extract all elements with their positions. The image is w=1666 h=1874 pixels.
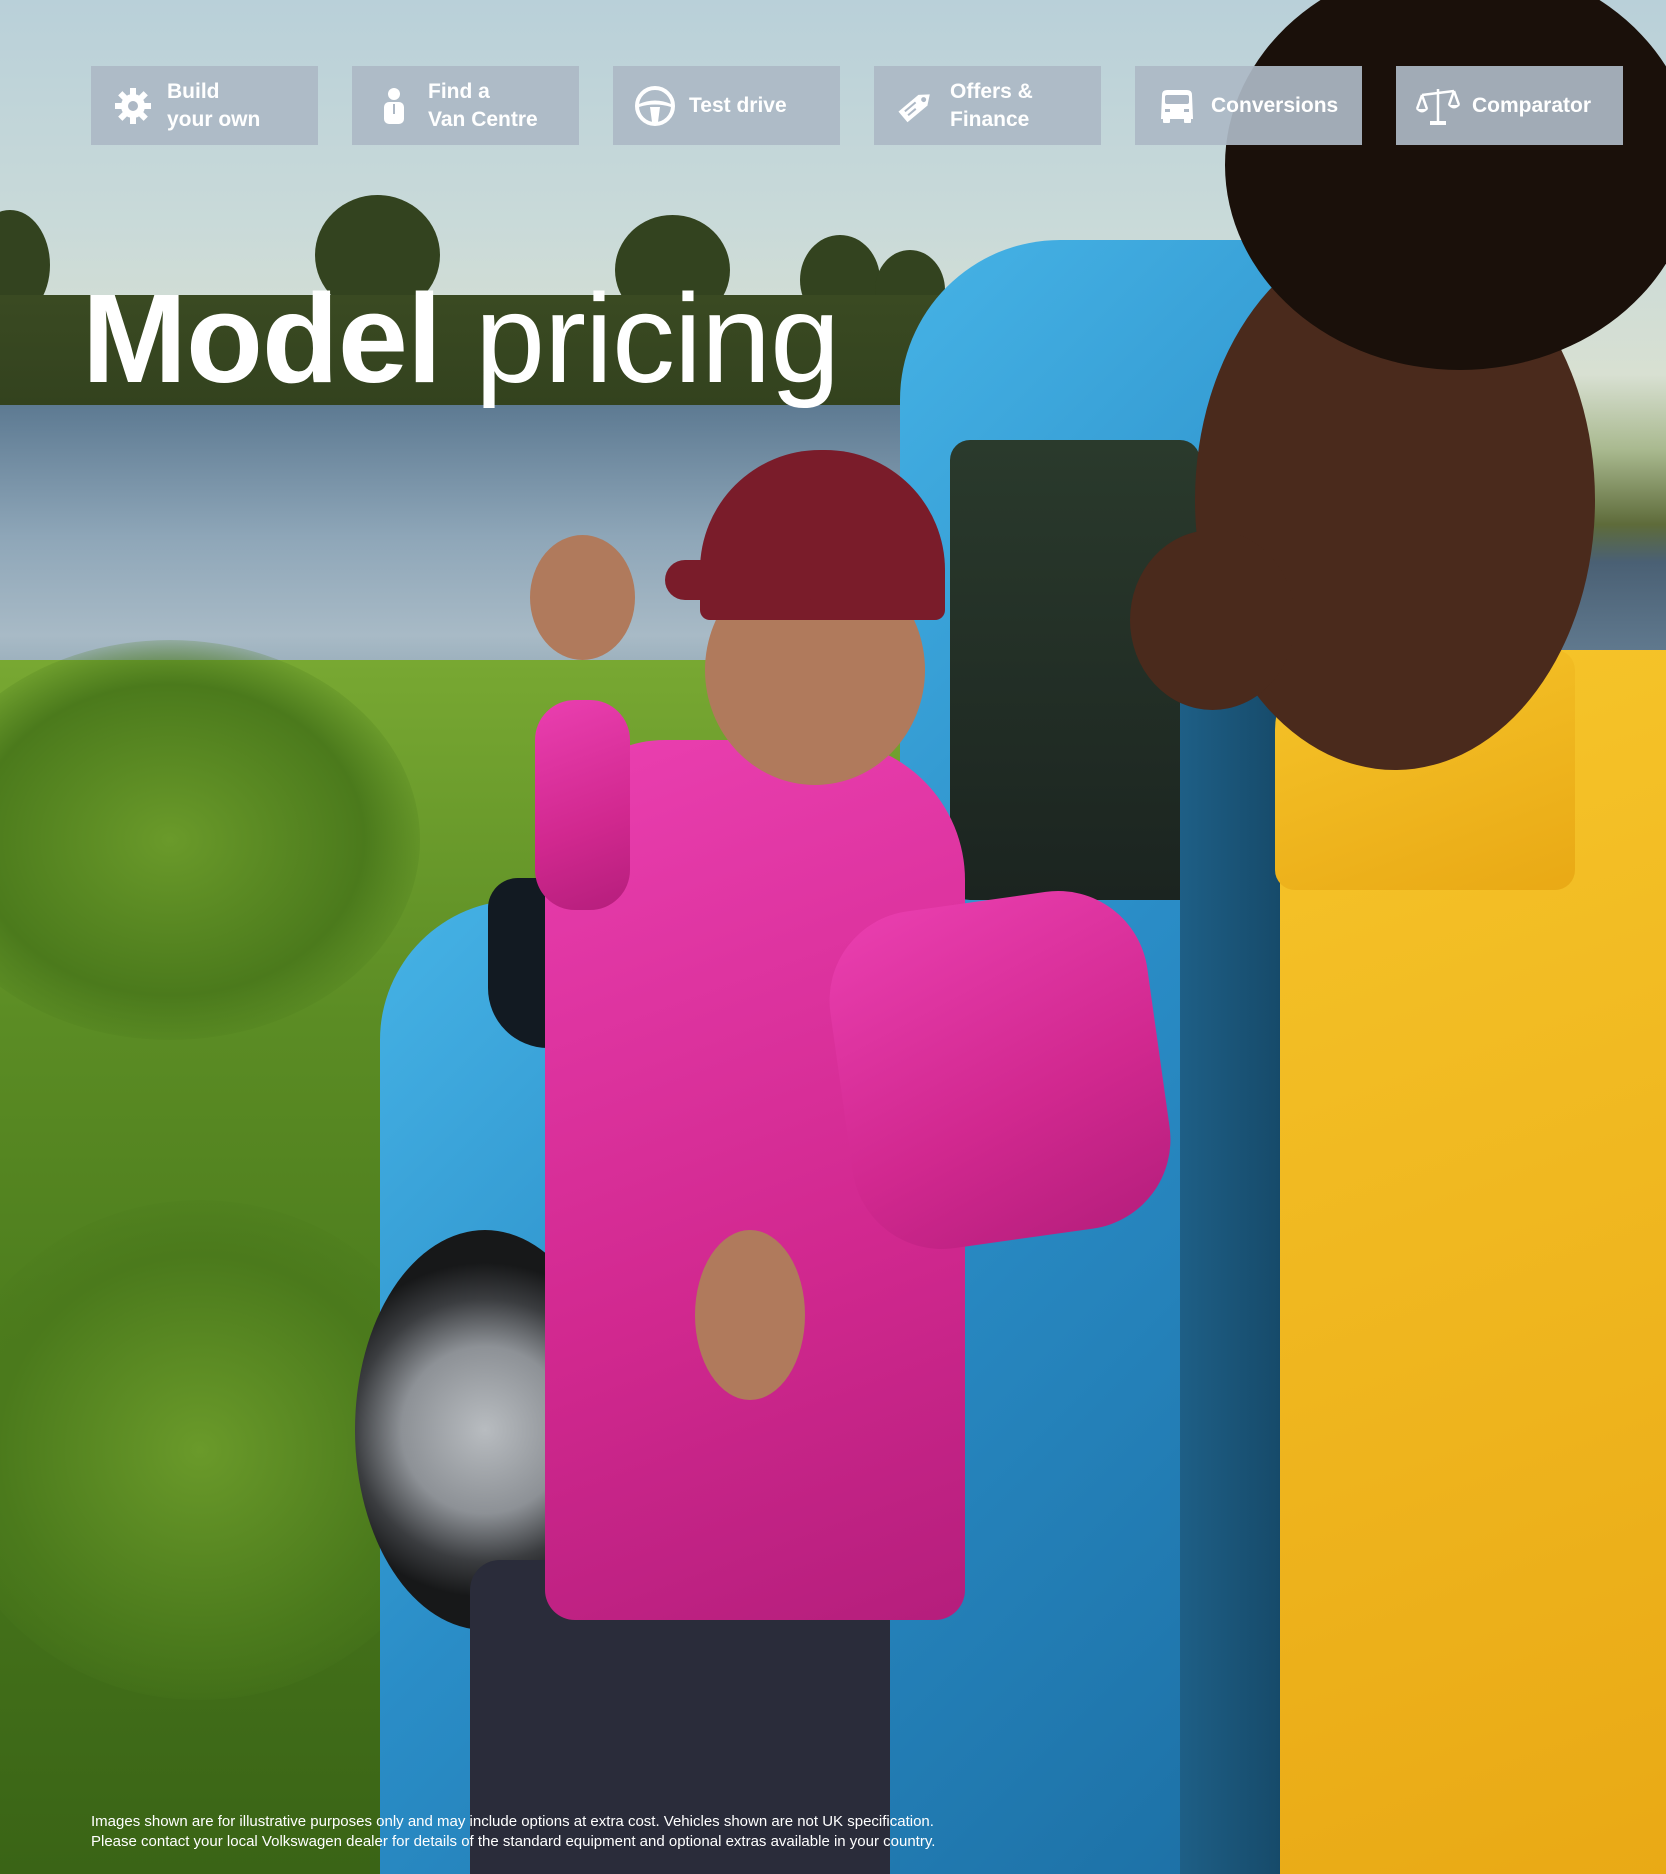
offers-finance-label: Offers & Finance [950, 79, 1033, 131]
page-title: Model pricing [82, 276, 840, 402]
woman-arm [535, 700, 630, 910]
shortcut-nav: Build your own Find a Van Centre Test dr… [91, 66, 1623, 145]
build-your-own-label: Build your own [167, 79, 261, 131]
find-van-centre-button[interactable]: Find a Van Centre [352, 66, 579, 145]
woman-hand [530, 535, 635, 660]
disclaimer: Images shown are for illustrative purpos… [91, 1812, 1191, 1852]
comparator-button[interactable]: Comparator [1396, 66, 1623, 145]
page-title-bold: Model [82, 268, 442, 409]
van-icon [1155, 84, 1199, 128]
comparator-label: Comparator [1472, 93, 1592, 117]
woman-hand [695, 1230, 805, 1400]
conversions-button[interactable]: Conversions [1135, 66, 1362, 145]
scales-icon [1416, 84, 1460, 128]
woman-cap-brim [665, 560, 815, 600]
conversions-label: Conversions [1211, 93, 1339, 117]
disclaimer-line: Please contact your local Volkswagen dea… [91, 1833, 936, 1850]
man-hand [1130, 530, 1295, 710]
steering-wheel-icon [633, 84, 677, 128]
find-van-centre-label: Find a Van Centre [428, 79, 538, 131]
gear-icon [111, 84, 155, 128]
test-drive-label: Test drive [689, 93, 787, 117]
page-title-light: pricing [475, 268, 840, 409]
woman-arm [817, 879, 1183, 1261]
test-drive-button[interactable]: Test drive [613, 66, 840, 145]
price-tag-icon [894, 84, 938, 128]
offers-finance-button[interactable]: Offers & Finance [874, 66, 1101, 145]
person-icon [372, 84, 416, 128]
build-your-own-button[interactable]: Build your own [91, 66, 318, 145]
disclaimer-line: Images shown are for illustrative purpos… [91, 1813, 934, 1830]
